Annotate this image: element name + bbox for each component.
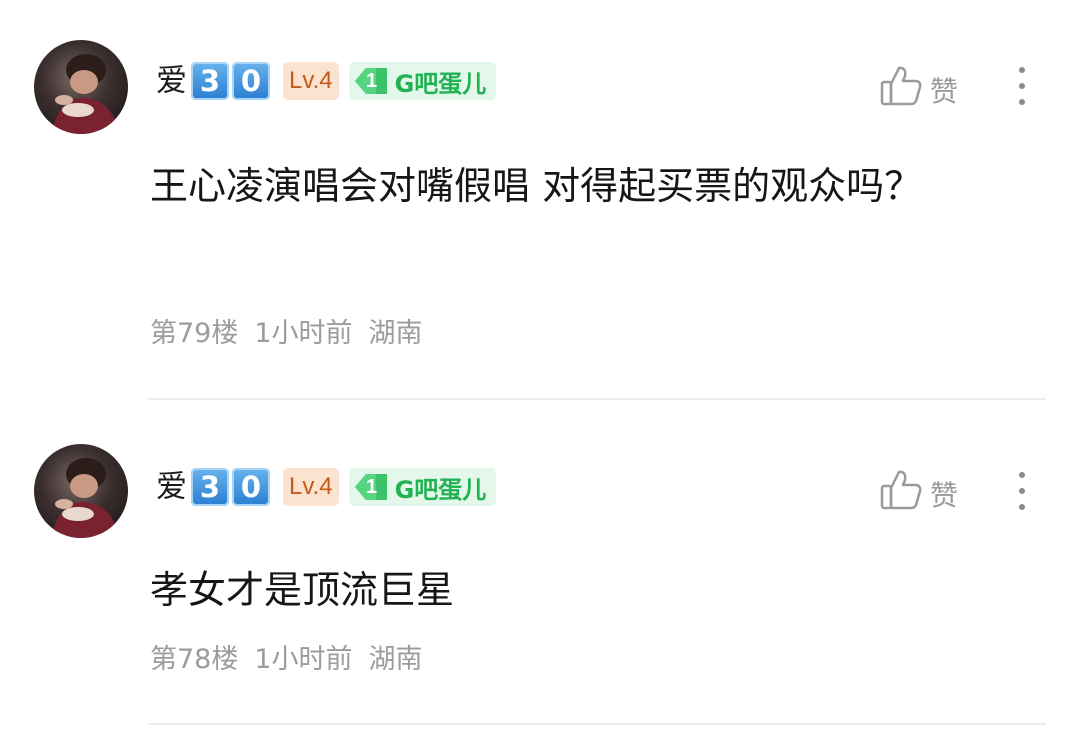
like-label: 赞 bbox=[930, 74, 959, 108]
floor-number: 第79楼 bbox=[150, 318, 239, 349]
diamond-gem-icon: 1 bbox=[349, 62, 395, 100]
username-key-0: 0 bbox=[232, 62, 270, 100]
level-badge: Lv.4 bbox=[283, 62, 339, 100]
comment-text: 孝女才是顶流巨星 bbox=[150, 568, 455, 612]
badge-number: 1 bbox=[366, 475, 378, 498]
comment-meta: 第78楼 1小时前 湖南 bbox=[150, 640, 439, 680]
thumb-up-icon bbox=[880, 64, 922, 115]
user-info: 爱 3 0 Lv.4 1 G吧蛋儿 bbox=[156, 58, 497, 104]
location: 湖南 bbox=[368, 644, 423, 675]
floor-number: 第78楼 bbox=[150, 644, 239, 675]
post-time: 1小时前 bbox=[254, 318, 353, 349]
like-label: 赞 bbox=[930, 478, 959, 512]
thumb-up-icon bbox=[880, 468, 922, 519]
badge-label: G吧蛋儿 bbox=[394, 69, 487, 98]
like-button[interactable]: 赞 bbox=[880, 468, 958, 519]
level-badge: Lv.4 bbox=[283, 468, 339, 506]
username-key-0: 0 bbox=[232, 468, 270, 506]
username-key-3: 3 bbox=[191, 62, 229, 100]
username[interactable]: 爱 bbox=[156, 464, 187, 510]
badge-label: G吧蛋儿 bbox=[394, 475, 487, 504]
avatar[interactable] bbox=[34, 444, 128, 538]
comment-text: 王心凌演唱会对嘴假唱 对得起买票的观众吗？ bbox=[150, 164, 923, 208]
more-vertical-icon[interactable] bbox=[1012, 471, 1032, 511]
user-info: 爱 3 0 Lv.4 1 G吧蛋儿 bbox=[156, 464, 497, 510]
badge-number: 1 bbox=[366, 69, 378, 92]
fan-badge[interactable]: 1 G吧蛋儿 bbox=[348, 468, 497, 506]
location: 湖南 bbox=[368, 318, 423, 349]
post-time: 1小时前 bbox=[254, 644, 353, 675]
diamond-gem-icon: 1 bbox=[349, 468, 395, 506]
comment-meta: 第79楼 1小时前 湖南 bbox=[150, 314, 439, 354]
fan-badge[interactable]: 1 G吧蛋儿 bbox=[348, 62, 497, 100]
divider bbox=[148, 398, 1046, 400]
username[interactable]: 爱 bbox=[156, 58, 187, 104]
more-vertical-icon[interactable] bbox=[1012, 66, 1032, 106]
username-key-3: 3 bbox=[191, 468, 229, 506]
avatar[interactable] bbox=[34, 40, 128, 134]
divider bbox=[148, 723, 1046, 725]
like-button[interactable]: 赞 bbox=[880, 64, 958, 115]
